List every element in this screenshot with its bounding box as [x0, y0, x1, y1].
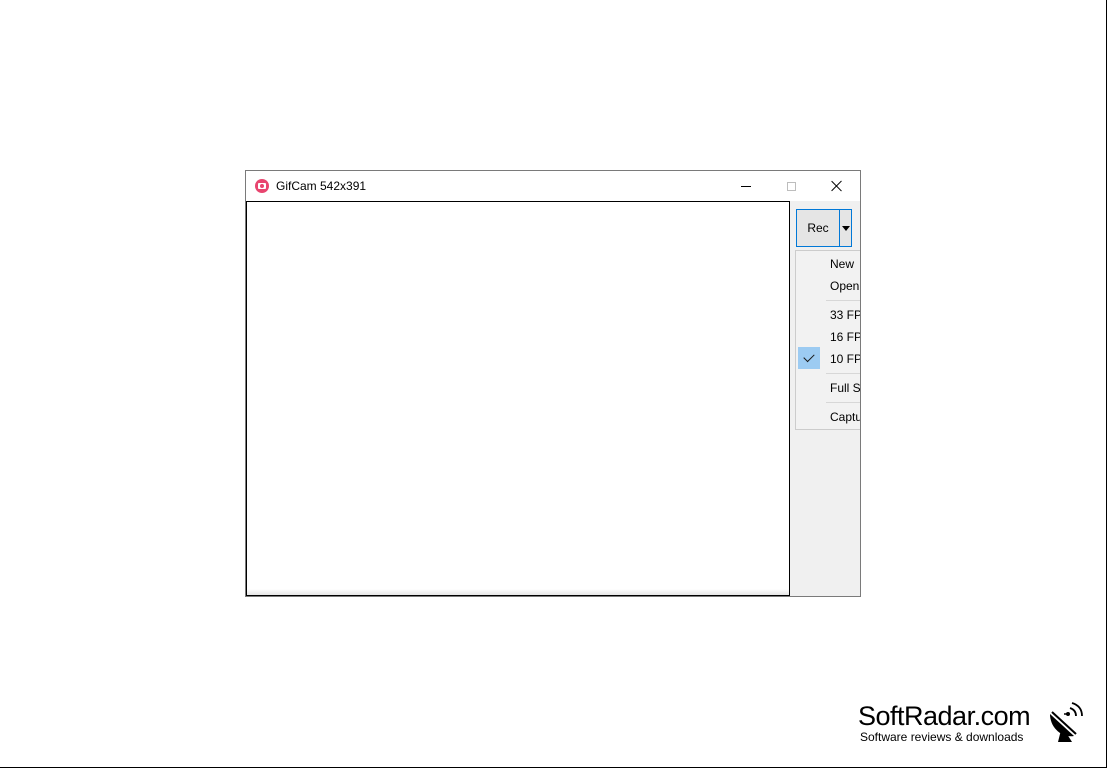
capture-area[interactable] [246, 201, 790, 596]
gifcam-camera-icon [255, 179, 269, 193]
watermark-subtitle: Software reviews & downloads [860, 730, 1024, 744]
close-icon [831, 180, 843, 192]
menu-separator [826, 300, 860, 301]
satellite-dish-icon [1050, 702, 1083, 742]
menu-item-new[interactable]: New [830, 257, 854, 271]
maximize-icon [786, 181, 796, 191]
check-icon [803, 350, 815, 363]
rec-split-button: Rec [796, 209, 852, 247]
menu-item-full-screen[interactable]: Full Sc [830, 381, 860, 395]
rec-button[interactable]: Rec [797, 210, 840, 246]
minimize-icon [741, 185, 751, 187]
rec-dropdown-button[interactable] [840, 210, 852, 246]
window-title: GifCam 542x391 [276, 179, 367, 193]
close-button[interactable] [814, 171, 860, 201]
menu-separator [826, 402, 860, 403]
menu-item-capture[interactable]: Captu [830, 410, 860, 424]
menu-item-16-fps[interactable]: 16 FPS [830, 330, 860, 344]
minimize-button[interactable] [723, 171, 769, 201]
capture-area-edge [247, 589, 789, 595]
menu-separator [826, 373, 860, 374]
rec-menu: New Open 33 FPS 16 FPS 10 FPS Full Sc Ca… [795, 250, 860, 430]
maximize-button[interactable] [768, 171, 814, 201]
title-bar[interactable]: GifCam 542x391 [246, 171, 860, 201]
gifcam-window: GifCam 542x391 Rec [245, 170, 861, 597]
caret-down-icon [842, 225, 850, 231]
check-mark-highlight [798, 347, 820, 369]
watermark-title: SoftRadar.com [858, 701, 1031, 731]
rec-menu-clip: New Open 33 FPS 16 FPS 10 FPS Full Sc Ca… [795, 250, 860, 430]
softradar-watermark: SoftRadar.com Software reviews & downloa… [858, 700, 1058, 750]
menu-item-open[interactable]: Open [830, 279, 859, 293]
menu-item-33-fps[interactable]: 33 FPS [830, 308, 860, 322]
menu-item-10-fps[interactable]: 10 FPS [830, 352, 860, 366]
